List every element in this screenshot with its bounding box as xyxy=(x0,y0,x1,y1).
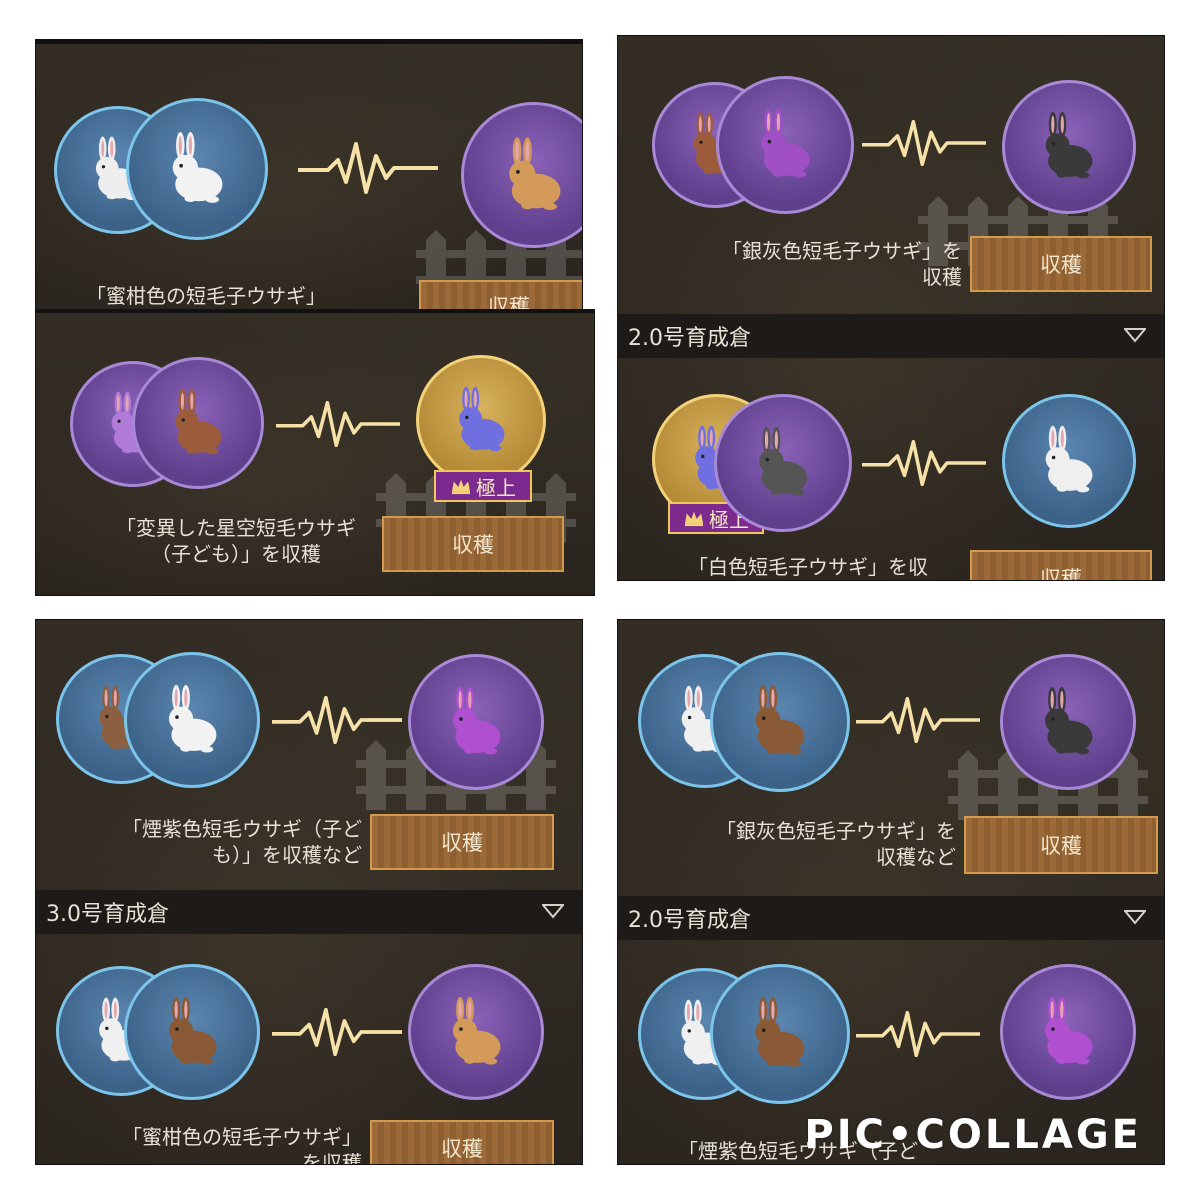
parent-rabbit-2[interactable] xyxy=(716,76,854,214)
chevron-down-icon[interactable] xyxy=(1124,327,1146,343)
offspring-rabbit[interactable] xyxy=(1002,80,1136,214)
pulse-icon xyxy=(276,397,400,451)
parent-rabbit-2[interactable] xyxy=(714,394,852,532)
panel-top-left: 「蜜柑色の短毛子ウサギ」 収穫 xyxy=(36,40,582,310)
rabbit-icon xyxy=(744,104,826,186)
rabbit-icon xyxy=(159,384,237,462)
rabbit-icon xyxy=(1029,421,1108,500)
chevron-down-icon[interactable] xyxy=(542,903,564,919)
rabbit-icon xyxy=(738,992,821,1075)
chevron-down-icon[interactable] xyxy=(1124,909,1146,925)
pulse-icon xyxy=(862,436,986,490)
offspring-rabbit[interactable] xyxy=(408,654,544,790)
pulse-icon xyxy=(272,692,402,748)
parent-rabbit-2[interactable] xyxy=(710,652,850,792)
pulse-icon xyxy=(298,138,438,198)
badge-label: 極上 xyxy=(476,475,516,500)
rabbit-icon xyxy=(436,992,517,1073)
quality-badge: 極上 xyxy=(434,470,532,502)
result-text: 「変異した星空短毛ウサギ （子ども）」を収穫 xyxy=(116,516,356,566)
result-text: 「銀灰色短毛子ウサギ」を 収穫など xyxy=(716,819,956,869)
rabbit-icon xyxy=(742,422,824,504)
harvest-button[interactable]: 収穫 xyxy=(370,814,554,870)
section-header[interactable]: 3.0号育成倉 xyxy=(36,890,582,934)
rabbit-icon xyxy=(155,127,239,211)
rabbit-icon xyxy=(491,132,578,219)
harvest-button[interactable]: 収穫 xyxy=(370,1120,554,1164)
result-text: 「蜜柑色の短毛子ウサギ」 を収穫 xyxy=(122,1125,362,1164)
rabbit-icon xyxy=(436,682,517,763)
harvest-button[interactable]: 収穫 xyxy=(419,280,582,310)
result-text: 「煙紫色短毛ウサギ（子ど も）」を収穫など xyxy=(122,817,362,867)
harvest-button[interactable]: 収穫 xyxy=(970,236,1152,292)
offspring-rabbit[interactable] xyxy=(416,355,546,485)
pulse-icon xyxy=(272,1004,402,1060)
result-text: 「蜜柑色の短毛子ウサギ」 xyxy=(86,284,326,308)
rabbit-icon xyxy=(1028,682,1109,763)
section-title: 2.0号育成倉 xyxy=(628,326,751,351)
harvest-button[interactable]: 収穫 xyxy=(970,550,1152,580)
offspring-rabbit[interactable] xyxy=(408,964,544,1100)
section-title: 2.0号育成倉 xyxy=(628,908,751,933)
panel-bottom-left: 「煙紫色短毛ウサギ（子ど も）」を収穫など 収穫 3.0号育成倉 「蜜柑色の短毛… xyxy=(36,620,582,1164)
panel-edge xyxy=(36,40,582,44)
parent-rabbit-2[interactable] xyxy=(710,964,850,1104)
result-text: 「白色短毛子ウサギ」を収 xyxy=(688,555,928,579)
section-title: 3.0号育成倉 xyxy=(46,902,169,927)
panel-inset: 極上 「変異した星空短毛ウサギ （子ども）」を収穫 収穫 xyxy=(36,310,594,595)
parent-rabbit-2[interactable] xyxy=(124,652,260,788)
rabbit-icon xyxy=(1029,107,1108,186)
pulse-icon xyxy=(856,692,980,748)
rabbit-icon xyxy=(152,680,233,761)
rabbit-icon xyxy=(152,992,233,1073)
result-text: 「銀灰色短毛子ウサギ」を 収穫 xyxy=(722,239,962,289)
section-header[interactable]: 2.0号育成倉 xyxy=(618,314,1164,358)
section-header[interactable]: 2.0号育成倉 xyxy=(618,896,1164,940)
crown-icon xyxy=(683,509,705,527)
harvest-button[interactable]: 収穫 xyxy=(964,816,1158,874)
parent-rabbit-2[interactable] xyxy=(124,964,260,1100)
pulse-icon xyxy=(856,1006,980,1062)
panel-top-right: 「銀灰色短毛子ウサギ」を 収穫 収穫 2.0号育成倉 極上 「白色短毛子ウサギ」… xyxy=(618,36,1164,580)
crown-icon xyxy=(450,477,472,495)
harvest-button[interactable]: 収穫 xyxy=(382,516,564,572)
rabbit-icon xyxy=(1028,992,1109,1073)
watermark: PIC•COLLAGE xyxy=(804,1112,1142,1158)
parent-rabbit-2[interactable] xyxy=(132,357,264,489)
offspring-rabbit[interactable] xyxy=(1002,394,1136,528)
offspring-rabbit[interactable] xyxy=(1000,964,1136,1100)
parent-rabbit-2[interactable] xyxy=(126,98,268,240)
pulse-icon xyxy=(862,116,986,170)
rabbit-icon xyxy=(738,680,821,763)
rabbit-icon xyxy=(443,382,520,459)
offspring-rabbit[interactable] xyxy=(1000,654,1136,790)
panel-bottom-right: 「銀灰色短毛子ウサギ」を 収穫など 収穫 2.0号育成倉 「煙紫色短毛ウサギ（子… xyxy=(618,620,1164,1164)
